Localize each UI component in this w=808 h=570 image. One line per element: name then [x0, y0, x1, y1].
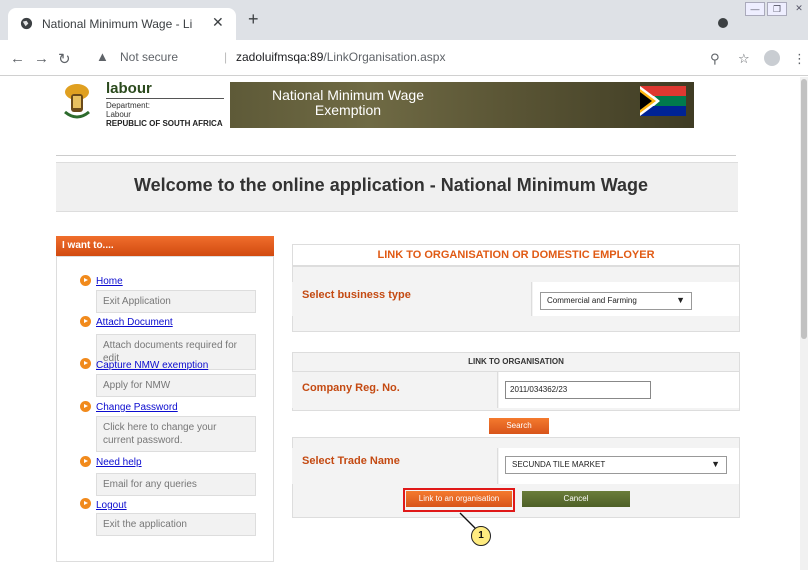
url-host: zadoluifmsqa:89 [236, 50, 324, 64]
chevron-down-icon: ▼ [711, 459, 720, 469]
welcome-heading: Welcome to the online application - Nati… [134, 175, 649, 195]
back-arrow-icon[interactable]: ← [10, 50, 25, 67]
brand-name: labour [106, 80, 152, 97]
header-banner: National Minimum Wage Exemption [230, 82, 694, 128]
scrollbar-thumb[interactable] [801, 79, 807, 339]
step-highlight-box [403, 488, 515, 512]
coat-of-arms-logo [64, 84, 90, 119]
trade-name-label: Select Trade Name [302, 455, 400, 467]
arrow-bullet-icon [80, 316, 91, 327]
company-reg-label: Company Reg. No. [302, 382, 400, 394]
arrow-bullet-icon [80, 275, 91, 286]
url-path: /LinkOrganisation.aspx [323, 50, 446, 64]
tab-title: National Minimum Wage - Link [42, 17, 192, 31]
tab-close-icon[interactable]: ✕ [212, 14, 224, 31]
welcome-bar: Welcome to the online application - Nati… [56, 162, 738, 212]
new-tab-button[interactable]: + [248, 10, 259, 28]
sidebar-item-capture-nmw[interactable]: Capture NMW exemption [96, 360, 208, 371]
header-divider [56, 155, 736, 156]
country-label: REPUBLIC OF SOUTH AFRICA [106, 119, 223, 128]
search-button[interactable]: Search [489, 418, 549, 434]
browser-tab-strip: National Minimum Wage - Link ✕ + — ❐ ✕ [0, 0, 808, 40]
link-organisation-header: LINK TO ORGANISATION [292, 352, 740, 372]
business-type-select[interactable]: Commercial and Farming ▼ [540, 292, 692, 310]
step-number-badge: 1 [471, 526, 491, 546]
department-branding: labour Department: Labour REPUBLIC OF SO… [106, 80, 224, 129]
url-text[interactable]: zadoluifmsqa:89/LinkOrganisation.aspx [236, 50, 445, 64]
banner-line2: Exemption [314, 102, 382, 118]
arrow-bullet-icon [80, 498, 91, 509]
link-section-title: LINK TO ORGANISATION OR DOMESTIC EMPLOYE… [292, 244, 740, 266]
globe-icon [20, 17, 33, 30]
bookmark-star-icon[interactable]: ☆ [738, 51, 750, 67]
trade-name-select[interactable]: SECUNDA TILE MARKET ▼ [505, 456, 727, 474]
window-controls: — ❐ ✕ [745, 2, 808, 16]
extension-icon[interactable] [718, 18, 728, 28]
sidebar-desc-change-password: Click here to change your current passwo… [96, 416, 256, 452]
minimize-button[interactable]: — [745, 2, 765, 16]
banner-title: National Minimum Wage Exemption [268, 88, 428, 118]
south-africa-flag-icon [640, 86, 686, 116]
dept-line2: Labour [106, 110, 131, 119]
close-window-button[interactable]: ✕ [789, 2, 808, 16]
forward-arrow-icon[interactable]: → [34, 50, 49, 67]
sidebar-desc-logout: Exit the application [96, 513, 256, 536]
sidebar-item-logout[interactable]: Logout [96, 500, 127, 511]
chevron-down-icon: ▼ [676, 295, 685, 305]
sidebar-desc-home: Exit Application [96, 290, 256, 313]
dept-line1: Department: [106, 101, 151, 110]
sidebar-item-home[interactable]: Home [96, 276, 123, 287]
address-bar: ← → ↻ ▲ Not secure | zadoluifmsqa:89/Lin… [0, 40, 808, 76]
sidebar-item-need-help[interactable]: Need help [96, 457, 142, 468]
sidebar-desc-capture-nmw: Apply for NMW [96, 374, 256, 397]
reload-icon[interactable]: ↻ [58, 50, 71, 68]
sidebar-desc-need-help: Email for any queries [96, 473, 256, 496]
restore-button[interactable]: ❐ [767, 2, 787, 16]
business-type-value: Commercial and Farming [547, 296, 637, 305]
company-reg-input[interactable]: 2011/034362/23 [505, 381, 651, 399]
brand-divider [106, 98, 224, 99]
sidebar-heading: I want to.... [56, 236, 274, 256]
url-separator: | [224, 50, 228, 64]
zoom-icon[interactable]: ⚲ [710, 51, 720, 67]
sidebar-item-change-password[interactable]: Change Password [96, 402, 178, 413]
menu-kebab-icon[interactable]: ⋮ [793, 51, 806, 67]
security-label[interactable]: Not secure [120, 50, 178, 64]
url-field[interactable]: ▲ Not secure | zadoluifmsqa:89/LinkOrgan… [86, 44, 776, 72]
business-type-label: Select business type [302, 289, 411, 301]
banner-line1: National Minimum Wage [272, 87, 424, 103]
arrow-bullet-icon [80, 401, 91, 412]
sidebar-item-attach-document[interactable]: Attach Document [96, 317, 173, 328]
trade-name-value: SECUNDA TILE MARKET [512, 460, 606, 469]
arrow-bullet-icon [80, 456, 91, 467]
arrow-bullet-icon [80, 358, 91, 369]
warning-icon[interactable]: ▲ [96, 49, 109, 64]
profile-avatar[interactable] [764, 50, 780, 66]
cancel-button[interactable]: Cancel [522, 491, 630, 507]
browser-tab[interactable]: National Minimum Wage - Link ✕ [8, 8, 236, 40]
